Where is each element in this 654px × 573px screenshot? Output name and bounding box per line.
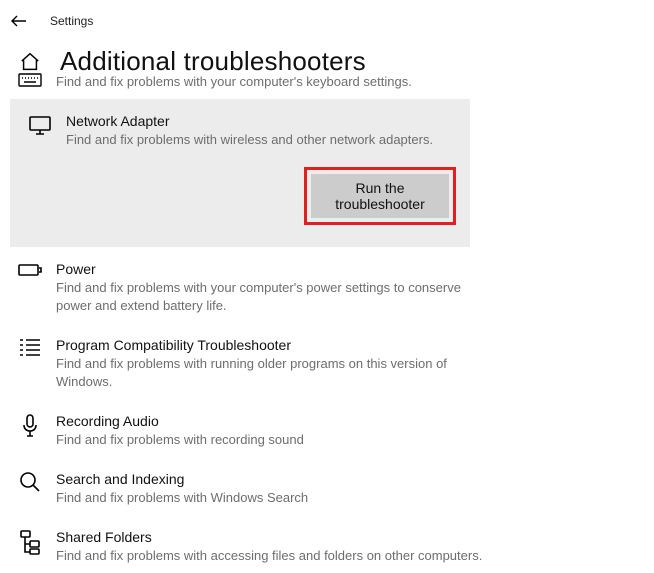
troubleshooter-item-shared-folders[interactable]: Shared Folders Find and fix problems wit… xyxy=(0,515,654,573)
troubleshooter-item-program-compatibility[interactable]: Program Compatibility Troubleshooter Fin… xyxy=(0,323,654,399)
item-title: Power xyxy=(56,259,496,279)
list-icon xyxy=(18,337,42,357)
search-icon xyxy=(19,471,41,493)
monitor-icon xyxy=(28,113,52,137)
arrow-left-icon xyxy=(11,13,27,29)
item-desc: Find and fix problems with recording sou… xyxy=(56,431,304,449)
item-title: Recording Audio xyxy=(56,411,304,431)
item-desc: Find and fix problems with wireless and … xyxy=(66,131,456,149)
app-title: Settings xyxy=(50,14,93,28)
item-desc: Find and fix problems with your computer… xyxy=(56,73,412,91)
item-title: Shared Folders xyxy=(56,527,482,547)
item-title: Search and Indexing xyxy=(56,469,308,489)
microphone-icon xyxy=(20,413,40,439)
item-desc: Find and fix problems with Windows Searc… xyxy=(56,489,308,507)
folder-tree-icon xyxy=(19,529,41,555)
home-icon xyxy=(18,50,42,74)
back-button[interactable] xyxy=(10,12,28,30)
keyboard-icon xyxy=(18,73,42,87)
item-title: Network Adapter xyxy=(66,111,456,131)
troubleshooter-item-network-adapter[interactable]: Network Adapter Find and fix problems wi… xyxy=(10,99,470,247)
troubleshooter-item-recording-audio[interactable]: Recording Audio Find and fix problems wi… xyxy=(0,399,654,457)
item-desc: Find and fix problems with running older… xyxy=(56,355,496,391)
troubleshooter-item-keyboard[interactable]: Find and fix problems with your computer… xyxy=(0,73,654,99)
item-desc: Find and fix problems with your computer… xyxy=(56,279,496,315)
troubleshooter-list: Find and fix problems with your computer… xyxy=(0,73,654,573)
item-desc: Find and fix problems with accessing fil… xyxy=(56,547,482,565)
run-highlight-box: Run the troubleshooter xyxy=(304,167,456,225)
troubleshooter-item-search-indexing[interactable]: Search and Indexing Find and fix problem… xyxy=(0,457,654,515)
battery-icon xyxy=(18,261,42,279)
item-title: Program Compatibility Troubleshooter xyxy=(56,335,496,355)
troubleshooter-item-power[interactable]: Power Find and fix problems with your co… xyxy=(0,247,654,323)
run-troubleshooter-button[interactable]: Run the troubleshooter xyxy=(311,174,449,218)
